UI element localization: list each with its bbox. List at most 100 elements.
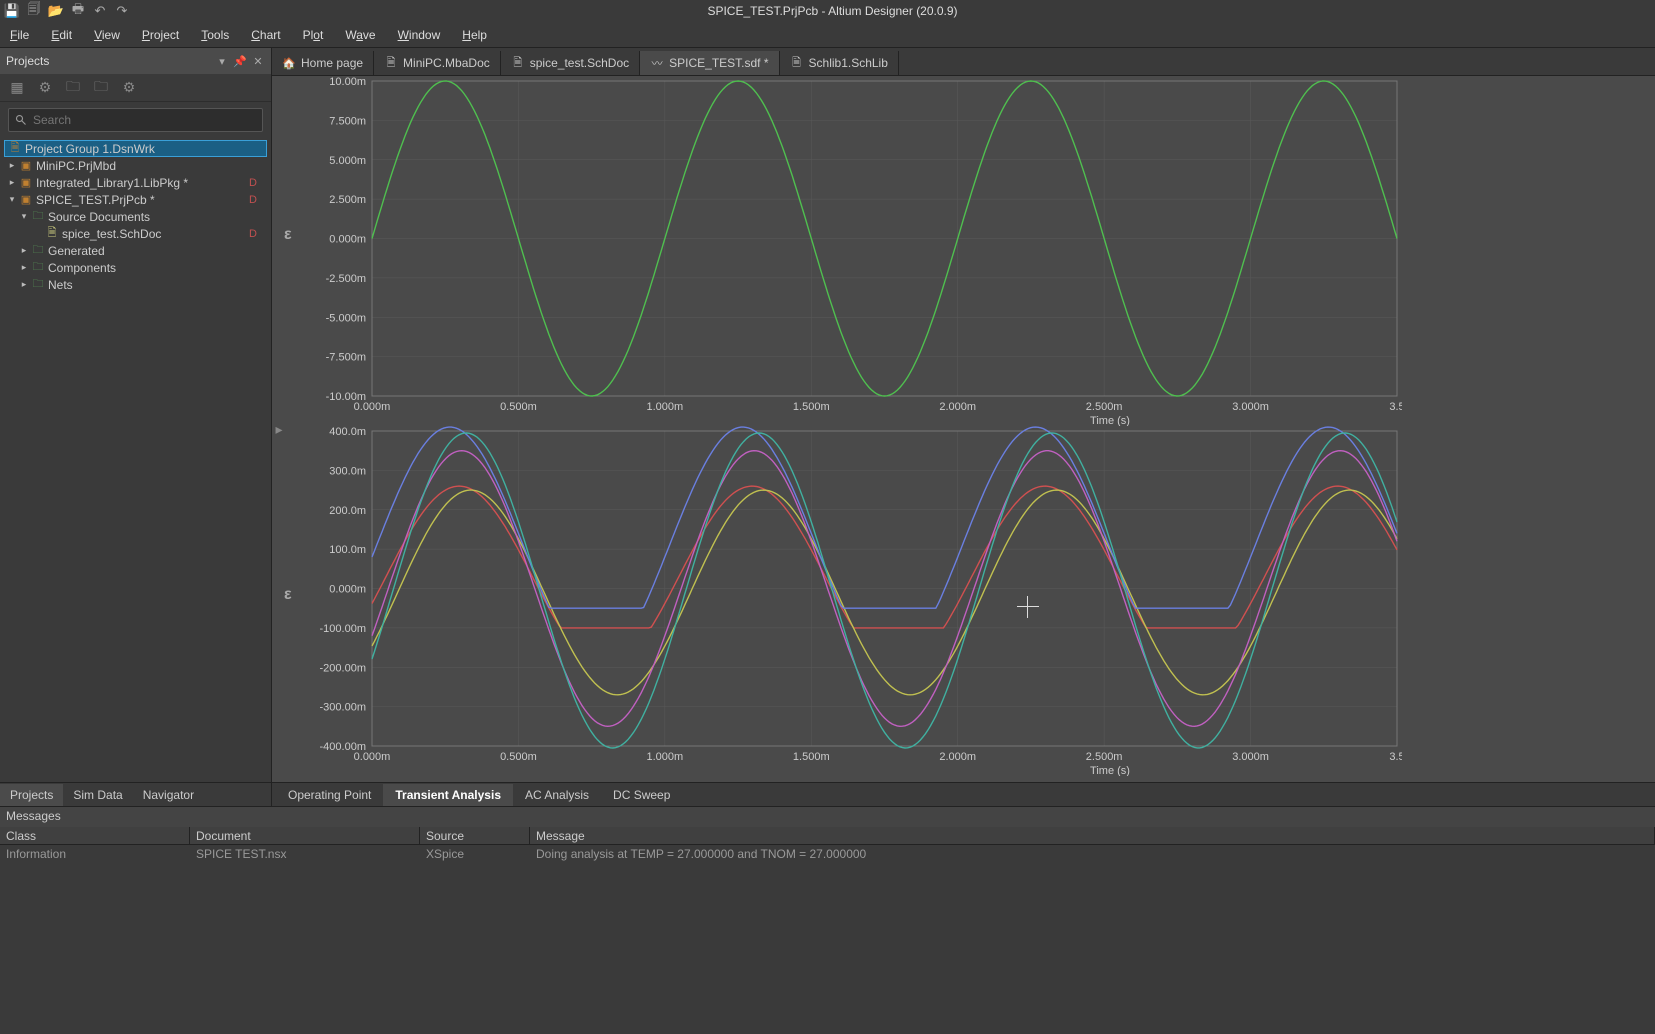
search-input[interactable]	[33, 113, 256, 127]
menu-project[interactable]: Project	[132, 24, 189, 46]
messages-row[interactable]: Information SPICE TEST.nsx XSpice Doing …	[0, 845, 1655, 864]
tab-navigator[interactable]: Navigator	[133, 784, 204, 806]
messages-panel: Messages Class Document Source Message I…	[0, 806, 1655, 864]
search-field[interactable]	[8, 108, 263, 132]
wave-icon: 〰	[650, 56, 664, 70]
redo-icon[interactable]: ↷	[114, 3, 130, 19]
tree-item[interactable]: ▸▣MiniPC.PrjMbd	[4, 157, 267, 174]
doc-tab-label: Schlib1.SchLib	[809, 56, 888, 70]
svg-text:0.000m: 0.000m	[354, 401, 391, 413]
col-source[interactable]: Source	[420, 827, 530, 844]
menu-tools[interactable]: Tools	[191, 24, 239, 46]
projects-panel: Projects ▾ 📌 ✕ ▦ ⚙ 🗀 🗀 ⚙ 🗎 Project Group…	[0, 48, 272, 806]
svg-text:300.0m: 300.0m	[329, 465, 366, 477]
panel-dropdown-icon[interactable]: ▾	[215, 54, 229, 68]
tree-item[interactable]: ▸🗀Nets	[4, 276, 267, 293]
sim-tab[interactable]: DC Sweep	[601, 784, 682, 806]
sim-tab[interactable]: Operating Point	[276, 784, 383, 806]
menu-window[interactable]: Window	[388, 24, 451, 46]
chart-area[interactable]: ▸ ε ε 10.00m7.500m5.000m2.500m0.000m-2.5…	[272, 76, 1655, 782]
svg-text:2.500m: 2.500m	[1086, 401, 1123, 413]
tree-item-label: SPICE_TEST.PrjPcb *	[36, 193, 155, 207]
tab-projects[interactable]: Projects	[0, 784, 63, 806]
menu-plot[interactable]: Plot	[293, 24, 334, 46]
print-icon[interactable]: 🖶	[70, 3, 86, 19]
col-class[interactable]: Class	[0, 827, 190, 844]
menu-edit[interactable]: Edit	[41, 24, 82, 46]
svg-text:3.5: 3.5	[1389, 751, 1402, 763]
undo-icon[interactable]: ↶	[92, 3, 108, 19]
svg-text:3.000m: 3.000m	[1232, 401, 1269, 413]
tool-hierarchy-icon[interactable]: 🗀	[92, 79, 110, 97]
svg-text:2.500m: 2.500m	[329, 194, 366, 206]
menu-view[interactable]: View	[84, 24, 130, 46]
workspace-icon: 🗎	[7, 142, 23, 156]
simulation-tabs: Operating PointTransient AnalysisAC Anal…	[272, 782, 1655, 806]
doc-tab-label: Home page	[301, 56, 363, 70]
panel-pin-icon[interactable]: 📌	[233, 54, 247, 68]
svg-text:0.000m: 0.000m	[329, 584, 366, 596]
menu-help[interactable]: Help	[452, 24, 497, 46]
messages-header: Class Document Source Message	[0, 827, 1655, 845]
proj-icon: ▣	[18, 176, 34, 190]
twisty-icon[interactable]: ▾	[6, 194, 18, 205]
panel-close-icon[interactable]: ✕	[251, 54, 265, 68]
chart-top[interactable]: 10.00m7.500m5.000m2.500m0.000m-2.500m-5.…	[302, 76, 1402, 426]
tree-item[interactable]: ▸▣Integrated_Library1.LibPkg *D	[4, 174, 267, 191]
doc-tab[interactable]: 🗎spice_test.SchDoc	[501, 51, 640, 75]
sch-icon: 🗎	[511, 56, 525, 70]
twisty-icon[interactable]: ▸	[18, 279, 30, 290]
svg-text:1.500m: 1.500m	[793, 401, 830, 413]
open-icon[interactable]: 📂	[48, 3, 64, 19]
sigma-icon-1[interactable]: ε	[284, 226, 292, 244]
menu-wave[interactable]: Wave	[335, 24, 385, 46]
svg-text:10.00m: 10.00m	[329, 76, 366, 88]
save-all-icon[interactable]: 🗐	[26, 3, 42, 19]
tree-item-label: Nets	[48, 278, 73, 292]
folder-icon: 🗀	[30, 244, 46, 258]
col-document[interactable]: Document	[190, 827, 420, 844]
editor-area: 🏠Home page🗎MiniPC.MbaDoc🗎spice_test.SchD…	[272, 48, 1655, 806]
sim-tab[interactable]: AC Analysis	[513, 784, 601, 806]
tree-item[interactable]: ▾🗀Source Documents	[4, 208, 267, 225]
svg-text:3.5: 3.5	[1389, 401, 1402, 413]
projects-panel-label: Projects	[6, 54, 49, 68]
sim-tab[interactable]: Transient Analysis	[383, 784, 513, 806]
tree-item-label: MiniPC.PrjMbd	[36, 159, 116, 173]
svg-text:5.000m: 5.000m	[329, 155, 366, 167]
doc-tab[interactable]: 🗎MiniPC.MbaDoc	[374, 51, 501, 75]
tree-item[interactable]: ▾▣SPICE_TEST.PrjPcb *D	[4, 191, 267, 208]
projects-tree[interactable]: 🗎 Project Group 1.DsnWrk ▸▣MiniPC.PrjMbd…	[0, 138, 271, 782]
twisty-icon[interactable]: ▸	[18, 262, 30, 273]
tree-root-label: Project Group 1.DsnWrk	[25, 142, 155, 156]
chart-bottom[interactable]: 400.0m300.0m200.0m100.0m0.000m-100.00m-2…	[302, 426, 1402, 776]
doc-tab[interactable]: 🏠Home page	[272, 51, 374, 75]
doc-tab[interactable]: 🗎Schlib1.SchLib	[780, 51, 899, 75]
proj-icon: ▣	[18, 159, 34, 173]
tool-board-icon[interactable]: ▦	[8, 79, 26, 97]
svg-text:-2.500m: -2.500m	[326, 273, 366, 285]
twisty-icon[interactable]: ▸	[6, 160, 18, 171]
menu-chart[interactable]: Chart	[241, 24, 290, 46]
tool-settings-icon[interactable]: ⚙	[120, 79, 138, 97]
tree-item-label: Source Documents	[48, 210, 150, 224]
tool-compile-icon[interactable]: ⚙	[36, 79, 54, 97]
sigma-icon-2[interactable]: ε	[284, 586, 292, 604]
svg-text:2.000m: 2.000m	[939, 751, 976, 763]
twisty-icon[interactable]: ▸	[18, 245, 30, 256]
folder-icon: 🗀	[30, 210, 46, 224]
tree-item[interactable]: 🗎spice_test.SchDocD	[4, 225, 267, 242]
twisty-icon[interactable]: ▸	[6, 177, 18, 188]
twisty-icon[interactable]: ▾	[18, 211, 30, 222]
save-icon[interactable]: 💾	[4, 3, 20, 19]
tree-item[interactable]: ▸🗀Components	[4, 259, 267, 276]
col-message[interactable]: Message	[530, 827, 1655, 844]
menu-file[interactable]: File	[0, 24, 39, 46]
tree-root[interactable]: 🗎 Project Group 1.DsnWrk	[4, 140, 267, 157]
tab-sim-data[interactable]: Sim Data	[63, 784, 132, 806]
tree-item[interactable]: ▸🗀Generated	[4, 242, 267, 259]
expand-handle-icon[interactable]: ▸	[274, 409, 284, 449]
tool-folder-icon[interactable]: 🗀	[64, 79, 82, 97]
doc-tab-label: MiniPC.MbaDoc	[403, 56, 490, 70]
doc-tab[interactable]: 〰SPICE_TEST.sdf *	[640, 51, 779, 75]
